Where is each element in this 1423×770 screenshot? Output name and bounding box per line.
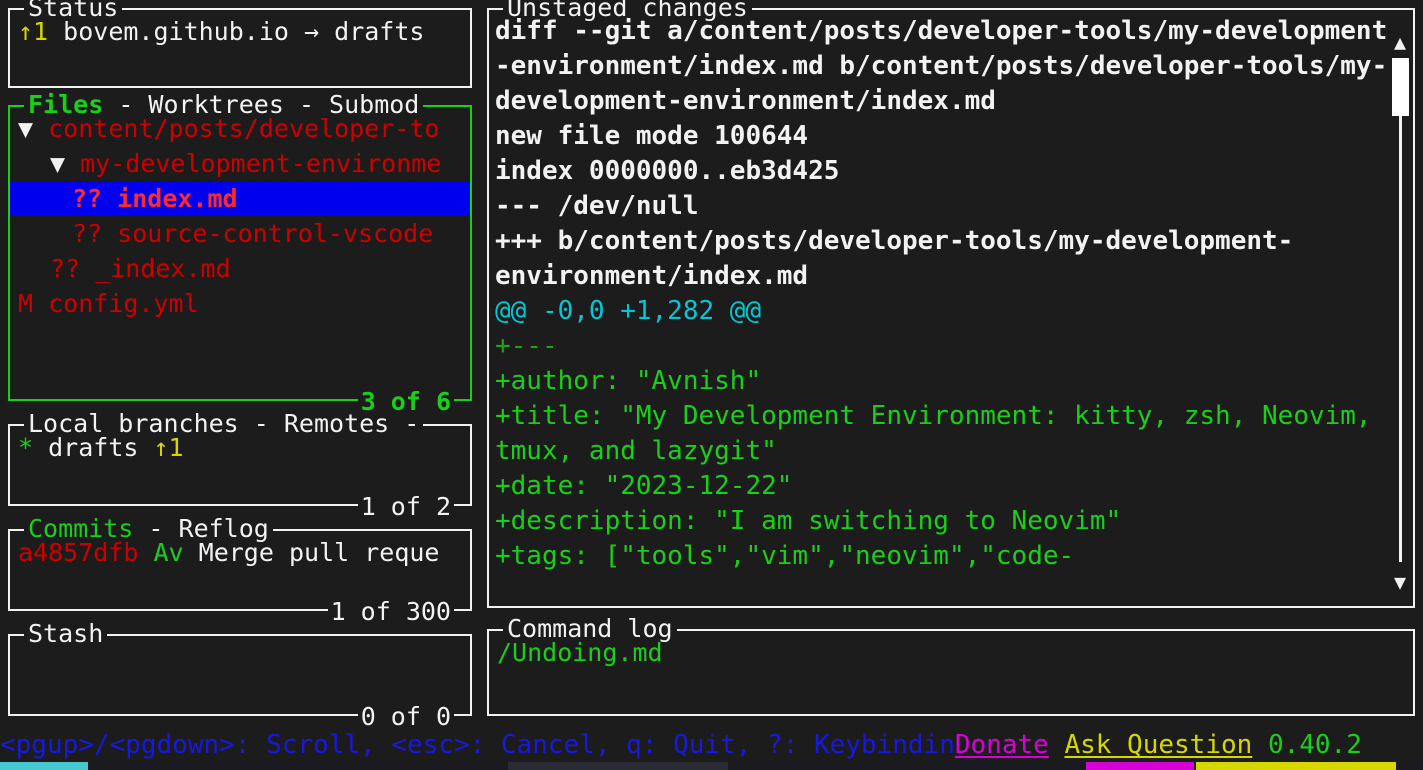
files-panel-body: ▼ content/posts/developer-to ▼ my-develo… <box>10 107 470 399</box>
version-label: 0.40.2 <box>1267 730 1362 760</box>
diff-panel[interactable]: Unstaged changes diff --git a/content/po… <box>487 0 1415 608</box>
file-tree-row-label: my-development-environme <box>80 149 442 178</box>
files-panel[interactable]: Files - Worktrees - Submod ▼ content/pos… <box>8 92 472 415</box>
status-panel-body: ↑1 bovem.github.io → drafts <box>10 10 470 86</box>
branch-ahead-marker: ↑1 <box>153 433 184 462</box>
diff-line: +date: "2023-12-22" <box>495 471 793 501</box>
commit-row[interactable]: a4857dfb Av Merge pull reque <box>10 535 470 570</box>
commits-panel-counter: 1 of 300 <box>327 599 454 625</box>
file-tree-row[interactable]: ?? source-control-vscode <box>10 216 470 251</box>
file-tree-row-label: source-control-vscode <box>117 219 434 248</box>
diff-line: tmux, and lazygit" <box>495 436 777 466</box>
file-status-code: M <box>18 289 34 318</box>
scroll-down-arrow-icon[interactable]: ▼ <box>1391 572 1409 592</box>
status-panel[interactable]: Status ↑1 bovem.github.io → drafts <box>8 0 472 88</box>
file-tree-row-label: content/posts/developer-to <box>48 114 440 143</box>
file-tree-row-label: config.yml <box>48 289 199 318</box>
file-status-code: ?? <box>72 184 103 213</box>
repo-name: bovem.github.io <box>63 17 289 46</box>
diff-line: +title: "My Development Environment: kit… <box>495 401 1372 431</box>
file-tree-row[interactable]: ▼ my-development-environme <box>10 146 470 181</box>
diff-line: -environment/index.md b/content/posts/de… <box>495 51 1388 81</box>
command-log-panel-body: /Undoing.md <box>489 631 1413 714</box>
ask-question-underline-extension <box>1196 762 1396 770</box>
command-log-line-text: /Undoing.md <box>497 638 663 667</box>
stash-panel-counter: 0 of 0 <box>357 704 454 730</box>
status-row[interactable]: ↑1 bovem.github.io → drafts <box>10 14 470 49</box>
file-tree-row-selected[interactable]: ?? index.md <box>10 181 470 216</box>
commits-panel[interactable]: Commits - Reflog a4857dfb Av Merge pull … <box>8 516 472 625</box>
chevron-down-icon[interactable]: ▼ <box>50 149 65 178</box>
commit-author: Av <box>153 538 184 567</box>
terminal-bar-segment <box>508 762 728 770</box>
current-branch-name: drafts <box>334 17 425 46</box>
file-tree-row-label: _index.md <box>95 254 231 283</box>
terminal-status-bar <box>0 762 1423 770</box>
ask-question-link[interactable]: Ask Question <box>1064 730 1252 760</box>
diff-panel-body: diff --git a/content/posts/developer-too… <box>489 10 1413 606</box>
diff-line: index 0000000..eb3d425 <box>495 156 840 186</box>
scroll-up-arrow-icon[interactable]: ▲ <box>1391 32 1409 52</box>
file-tree-row-label: index.md <box>117 184 238 213</box>
commit-message: Merge pull reque <box>198 538 440 567</box>
branch-name: drafts <box>48 433 139 462</box>
stash-panel[interactable]: Stash 0 of 0 <box>8 621 472 730</box>
chevron-down-icon[interactable]: ▼ <box>18 114 33 143</box>
current-branch-marker-icon: * <box>18 433 34 462</box>
branches-panel[interactable]: Local branches - Remotes - * drafts ↑1 1… <box>8 411 472 520</box>
donate-underline-extension <box>1086 762 1194 770</box>
status-line: <pgup>/<pgdown>: Scroll, <esc>: Cancel, … <box>0 728 1423 762</box>
keybindings-hint: <pgup>/<pgdown>: Scroll, <esc>: Cancel, … <box>0 730 955 760</box>
diff-line: +author: "Avnish" <box>495 366 762 396</box>
diff-line: new file mode 100644 <box>495 121 809 151</box>
branches-panel-counter: 1 of 2 <box>357 494 454 520</box>
diff-line: diff --git a/content/posts/developer-too… <box>495 16 1388 46</box>
diff-line: development-environment/index.md <box>495 86 996 116</box>
donate-link[interactable]: Donate <box>955 730 1049 760</box>
file-status-code: ?? <box>50 254 81 283</box>
diff-line: +tags: ["tools","vim","neovim","code- <box>495 541 1075 571</box>
file-tree-row[interactable]: M config.yml <box>10 286 470 321</box>
command-log-line: /Undoing.md <box>489 635 1413 670</box>
diff-hunk-header: @@ -0,0 +1,282 @@ <box>495 296 762 326</box>
arrow-icon: → <box>304 17 320 46</box>
branch-row[interactable]: * drafts ↑1 <box>10 430 470 465</box>
file-tree-row[interactable]: ▼ content/posts/developer-to <box>10 111 470 146</box>
diff-line: --- /dev/null <box>495 191 699 221</box>
file-tree-row[interactable]: ?? _index.md <box>10 251 470 286</box>
terminal-tab-indicator <box>0 762 88 770</box>
file-status-code: ?? <box>72 219 103 248</box>
diff-scrollbar[interactable]: ▲ ▼ <box>1391 14 1409 602</box>
diff-line: +++ b/content/posts/developer-tools/my-d… <box>495 226 1294 256</box>
command-log-panel[interactable]: Command log /Undoing.md <box>487 616 1415 716</box>
diff-scrollbar-track[interactable] <box>1399 58 1402 562</box>
diff-line: +--- <box>495 331 558 361</box>
commit-hash: a4857dfb <box>18 538 139 567</box>
ahead-marker: ↑1 <box>18 17 49 46</box>
diff-line: environment/index.md <box>495 261 809 291</box>
diff-scrollbar-thumb[interactable] <box>1392 58 1409 116</box>
diff-line: +description: "I am switching to Neovim" <box>495 506 1122 536</box>
